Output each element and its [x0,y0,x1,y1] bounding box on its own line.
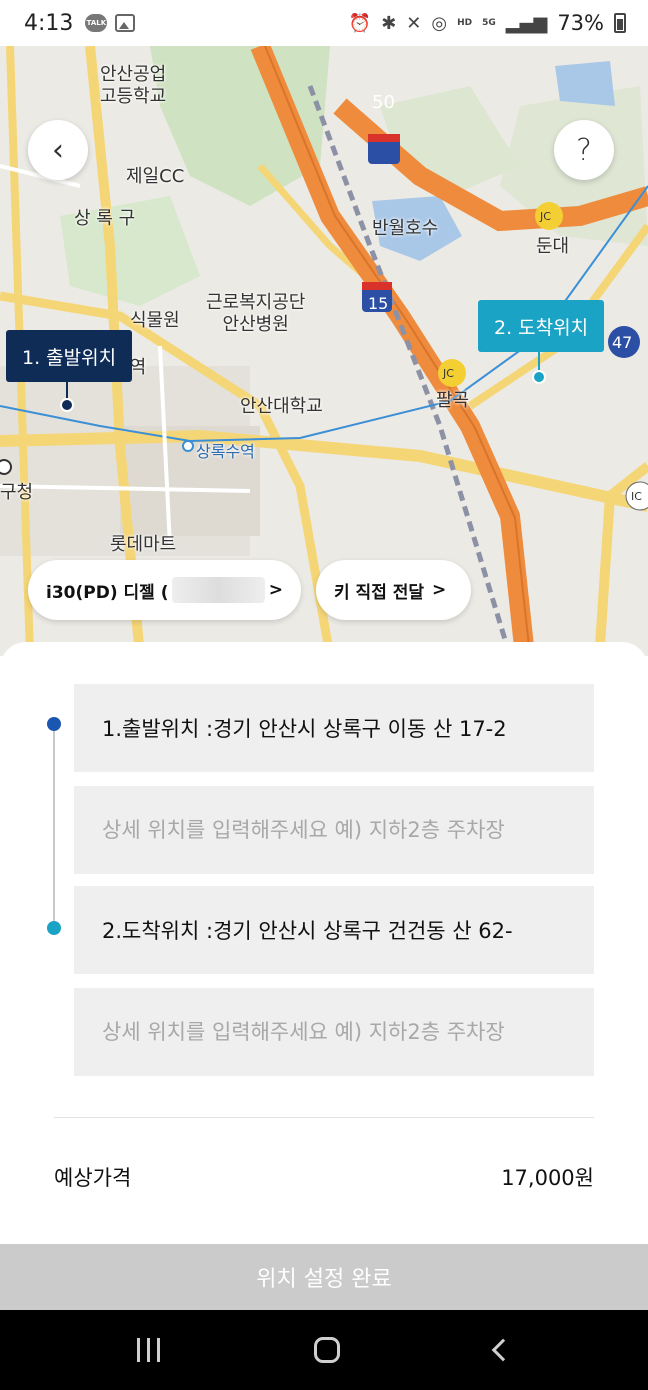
end-detail-field[interactable] [74,988,594,1076]
start-timeline-dot [47,717,61,731]
bluetooth-icon: ✱ [381,12,397,34]
network-5g-icon: 5G [482,17,496,28]
map-label-dundae: 둔대 [536,236,570,257]
shield-50-label: 50 [372,92,395,113]
end-detail-input[interactable] [102,1020,566,1044]
ic-label: IC [631,490,642,503]
battery-icon [614,13,626,33]
car-plate-redacted [172,577,265,603]
confirm-location-button[interactable]: 위치 설정 완료 [0,1244,648,1310]
clock: 4:13 [24,10,74,36]
chevron-right-icon: > [268,580,283,600]
shield-47-label: 47 [612,333,633,352]
map-label-palgok: 팔곡 [436,390,470,411]
end-pin-stem [538,352,540,372]
price-value: 17,000원 [501,1166,594,1190]
end-pin-label[interactable]: 2. 도착위치 [478,300,605,352]
mute-icon: ✕ [406,12,422,34]
battery-percent: 73% [557,11,604,35]
hd-voice-icon: HD [457,17,473,28]
end-timeline-dot [47,921,61,935]
map-label-university: 안산대학교 [240,396,323,417]
chevron-right-icon: > [432,580,447,600]
key-delivery-chip[interactable]: 키 직접 전달 > [316,560,471,620]
map-label-station-sangroksu: 상록수역 [196,442,255,461]
question-icon: ? [576,132,592,168]
price-label: 예상가격 [54,1166,132,1190]
start-detail-input[interactable] [102,818,566,842]
kakaotalk-notification-icon: TALK [85,14,108,32]
back-nav-icon[interactable] [491,1338,515,1362]
map-label-district: 상 록 구 [74,208,136,229]
gallery-notification-icon [115,14,136,32]
end-address-field[interactable]: 2.도착위치 :경기 안산시 상록구 건건동 산 62- [74,886,594,974]
map-label-lotte: 롯데마트 [110,534,177,555]
recent-apps-icon[interactable] [137,1338,161,1362]
shield-15-label: 15 [368,294,389,313]
status-bar: 4:13 TALK ⏰ ✱ ✕ ◎ HD 5G ▂▄▆ 73% [0,0,648,46]
map-label-museum: 식물원 [130,310,180,331]
key-delivery-label: 키 직접 전달 [334,582,425,603]
signal-icon: ▂▄▆ [505,12,548,34]
divider [54,1117,594,1118]
start-detail-field[interactable] [74,786,594,874]
car-select-chip[interactable]: i30(PD) 디젤 ( > [28,560,301,620]
map-label-school: 안산공업 고등학교 [100,64,167,107]
jc-label-2: JC [443,367,454,380]
map-label-lake: 반월호수 [372,218,439,239]
map-label-hospital: 근로복지공단 안산병원 [206,292,306,335]
start-pin-dot [60,398,74,412]
back-button[interactable]: ‹ [28,120,88,180]
alarm-icon: ⏰ [348,12,372,34]
car-name: i30(PD) 디젤 ( [46,582,169,603]
start-address-field[interactable]: 1.출발위치 :경기 안산시 상록구 이동 산 17-2 [74,684,594,772]
home-icon[interactable] [314,1337,341,1363]
jc-label-1: JC [540,210,551,223]
map-label-golf: 제일CC [126,166,185,187]
hotspot-icon: ◎ [431,12,448,34]
system-nav-bar [0,1310,648,1390]
chevron-left-icon: ‹ [52,132,64,168]
map-label-gucheong: 구청 [0,482,34,503]
help-button[interactable]: ? [554,120,614,180]
route-timeline-line [53,724,55,928]
end-pin-dot [532,370,546,384]
start-pin-label[interactable]: 1. 출발위치 [6,330,133,382]
